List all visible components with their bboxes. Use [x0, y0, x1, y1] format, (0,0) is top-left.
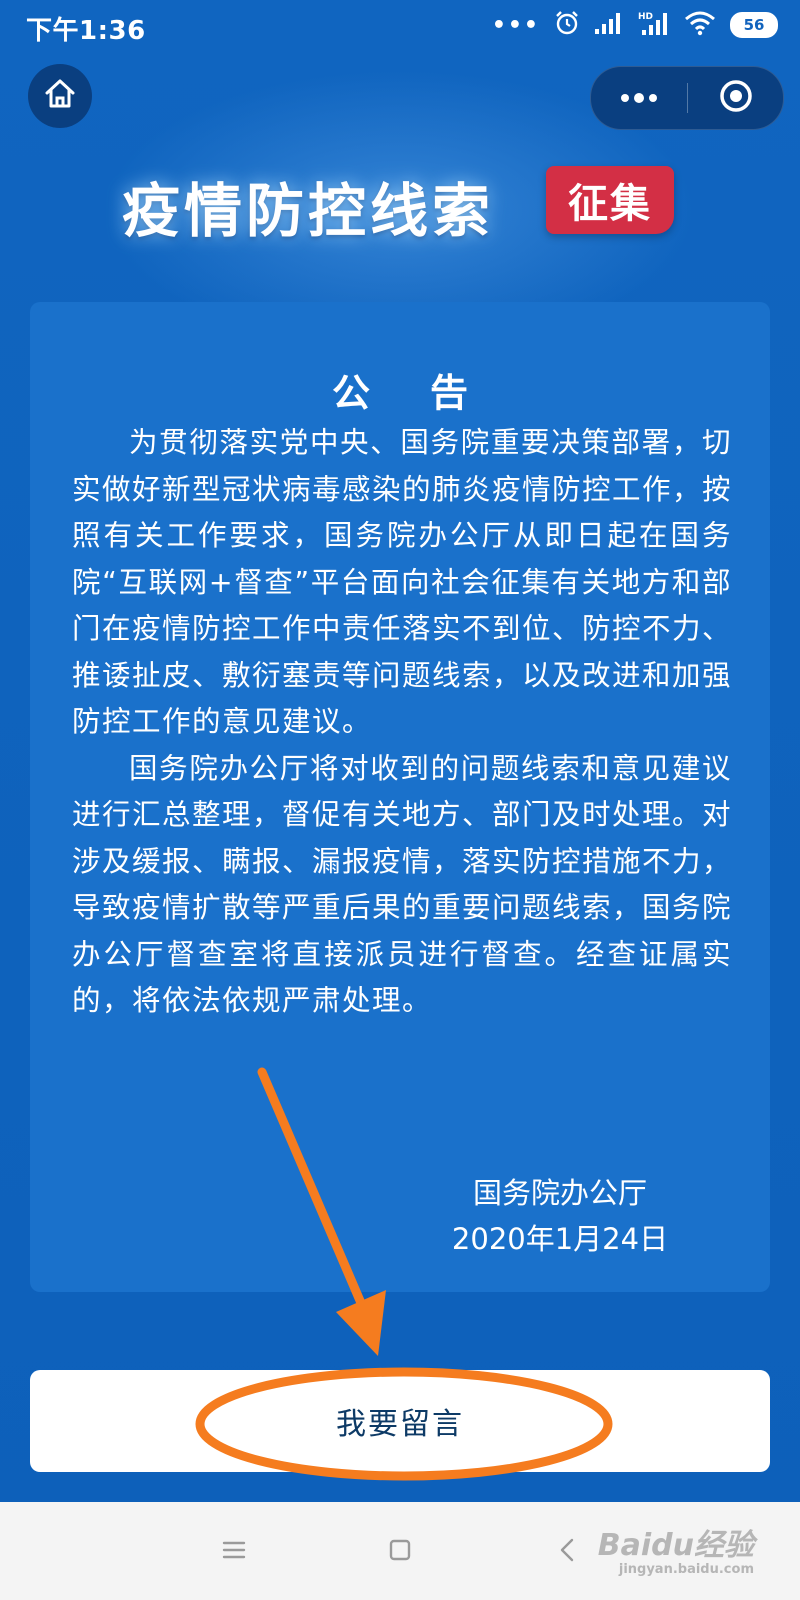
back-icon[interactable]	[548, 1530, 588, 1570]
screen: 下午1:36 ••• HD 56 疫情防控线索 征集 公告 为贯彻落实党中央、国…	[0, 0, 800, 1600]
hd-signal-icon: HD	[638, 10, 670, 40]
mini-program-capsule	[590, 66, 784, 130]
notice-heading: 公告	[331, 371, 528, 415]
annotation-arrow-head	[336, 1290, 386, 1356]
close-button[interactable]	[688, 67, 783, 129]
status-time: 下午1:36	[26, 16, 146, 46]
signal-icon	[594, 11, 624, 39]
alarm-icon	[554, 10, 580, 40]
watermark-url: jingyan.baidu.com	[618, 1562, 754, 1577]
battery-icon: 56	[730, 12, 778, 38]
banner-title: 疫情防控线索	[122, 177, 495, 245]
status-icons: ••• HD 56	[492, 10, 778, 40]
more-button[interactable]	[591, 67, 687, 129]
status-dots: •••	[491, 12, 540, 38]
target-icon	[718, 78, 754, 118]
notice-body: 为贯彻落实党中央、国务院重要决策部署，切实做好新型冠状病毒感染的肺炎疫情防控工作…	[72, 420, 732, 1025]
notice-paragraph: 为贯彻落实党中央、国务院重要决策部署，切实做好新型冠状病毒感染的肺炎疫情防控工作…	[72, 426, 733, 738]
menu-icon[interactable]	[214, 1530, 254, 1570]
home-icon	[43, 77, 77, 115]
more-dots-icon	[619, 89, 659, 108]
home-button[interactable]	[28, 64, 92, 128]
watermark-main: Baidu经验	[597, 1528, 754, 1563]
notice-card: 公告 为贯彻落实党中央、国务院重要决策部署，切实做好新型冠状病毒感染的肺炎疫情防…	[30, 302, 770, 1292]
status-bar: 下午1:36 ••• HD 56	[0, 0, 800, 52]
banner-badge: 征集	[546, 166, 674, 234]
leave-message-button[interactable]: 我要留言	[30, 1370, 770, 1472]
system-nav-bar: Baidu经验 jingyan.baidu.com	[0, 1502, 800, 1600]
wifi-icon	[684, 10, 716, 40]
svg-text:HD: HD	[638, 12, 653, 22]
home-square-icon[interactable]	[380, 1530, 420, 1570]
notice-date: 2020年1月24日	[451, 1222, 669, 1256]
notice-paragraph: 国务院办公厅将对收到的问题线索和意见建议进行汇总整理，督促有关地方、部门及时处理…	[72, 751, 733, 1018]
baidu-jingyan-watermark: Baidu经验 jingyan.baidu.com	[598, 1520, 754, 1577]
notice-signature-block: 国务院办公厅 2020年1月24日	[420, 1170, 700, 1262]
notice-signature: 国务院办公厅	[472, 1176, 647, 1210]
